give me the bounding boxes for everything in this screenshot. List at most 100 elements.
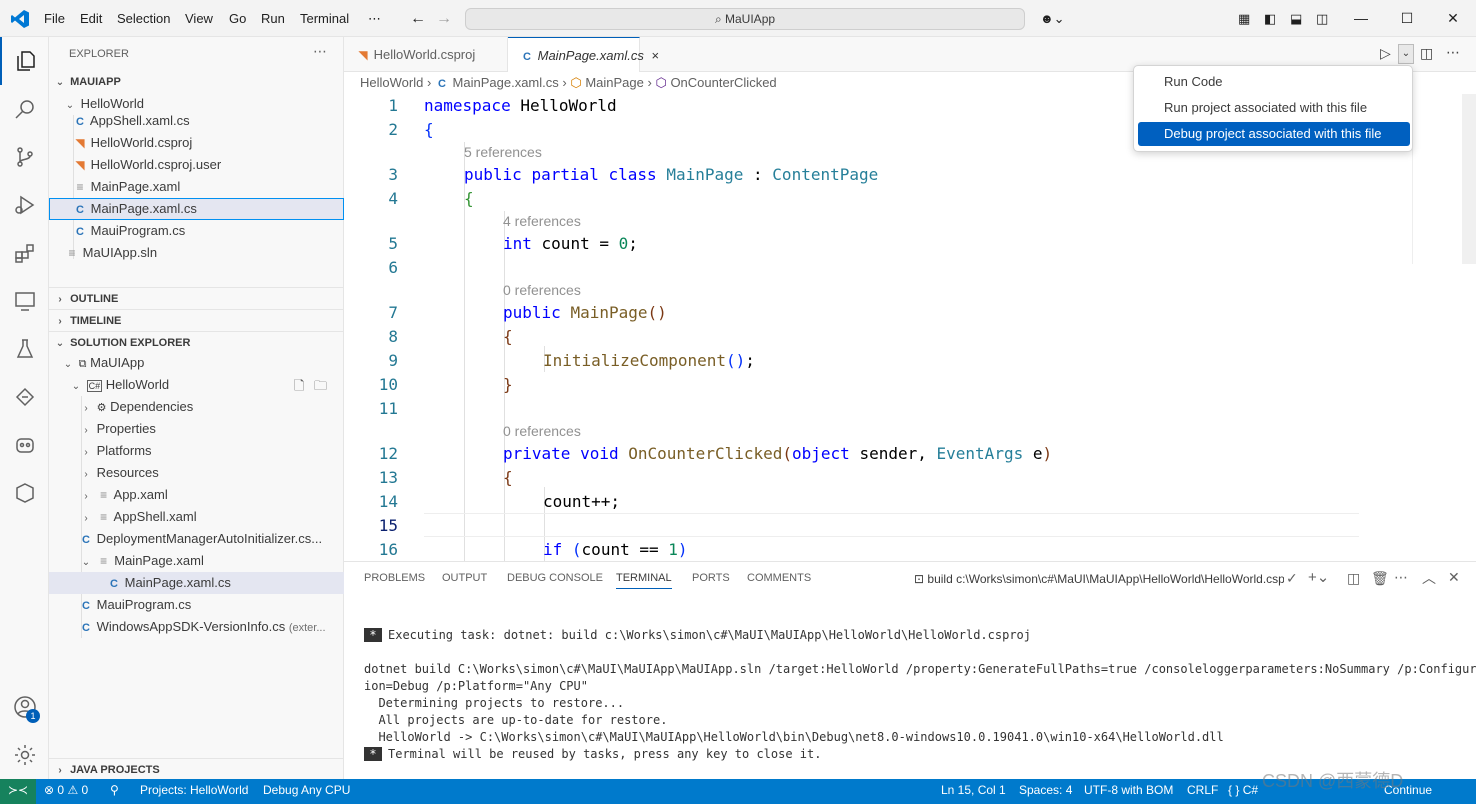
menu-selection[interactable]: Selection: [117, 0, 170, 37]
explorer-icon[interactable]: [0, 37, 49, 85]
mainpage-xaml-cs-node[interactable]: C MainPage.xaml.cs: [49, 572, 344, 594]
code-editor[interactable]: 1 2 3 4 5 6 7 8 9 10 11 12 13 14 15 16 n…: [344, 94, 1476, 561]
tab-output[interactable]: OUTPUT: [442, 572, 487, 584]
forward-arrow-icon[interactable]: →: [436, 0, 452, 37]
tab-problems[interactable]: PROBLEMS: [364, 572, 425, 584]
appshell-xaml-node[interactable]: › ≡ AppShell.xaml: [49, 506, 344, 528]
split-editor-icon[interactable]: ◫: [1420, 45, 1433, 62]
file-helloworld-csproj-user[interactable]: ◥ HelloWorld.csproj.user: [49, 154, 344, 176]
tab-helloworld-csproj[interactable]: ◥ HelloWorld.csproj: [344, 37, 508, 72]
codelens-references[interactable]: 0 references: [503, 423, 581, 439]
breadcrumb-method[interactable]: OnCounterClicked: [670, 75, 776, 90]
eol-status[interactable]: CRLF: [1187, 779, 1218, 804]
command-center[interactable]: ⌕ MaUIApp: [465, 8, 1025, 30]
panel-more-icon[interactable]: ⋯: [1394, 569, 1408, 586]
app-xaml-node[interactable]: › ≡ App.xaml: [49, 484, 344, 506]
back-arrow-icon[interactable]: ←: [410, 0, 426, 37]
settings-gear-icon[interactable]: [0, 731, 49, 779]
encoding-status[interactable]: UTF-8 with BOM: [1084, 779, 1173, 804]
codelens-references[interactable]: 4 references: [503, 213, 581, 229]
problems-status[interactable]: ⊗ 0 ⚠ 0: [44, 779, 88, 804]
menu-go[interactable]: Go: [229, 0, 246, 37]
customize-layout-icon[interactable]: ▦: [1238, 0, 1250, 37]
accounts-icon[interactable]: 1: [0, 683, 49, 731]
close-panel-icon[interactable]: ✕: [1448, 569, 1460, 586]
resources-node[interactable]: › Resources: [49, 462, 344, 484]
maximize-panel-icon[interactable]: ︿: [1422, 568, 1436, 588]
explorer-more-icon[interactable]: ⋯: [313, 43, 327, 60]
menu-run[interactable]: Run: [261, 0, 285, 37]
breadcrumb-folder[interactable]: HelloWorld: [360, 75, 423, 90]
breadcrumb-file[interactable]: MainPage.xaml.cs: [453, 75, 559, 90]
indentation-status[interactable]: Spaces: 4: [1019, 779, 1072, 804]
mainpage-xaml-node[interactable]: ⌄ ≡ MainPage.xaml: [49, 550, 344, 572]
tab-close-icon[interactable]: ×: [651, 48, 659, 63]
timeline-section[interactable]: › TIMELINE: [49, 309, 344, 331]
remote-indicator-icon[interactable]: ≻≺: [0, 779, 36, 804]
extensions-icon[interactable]: [0, 229, 49, 277]
cursor-position[interactable]: Ln 15, Col 1: [941, 779, 1006, 804]
menu-item-debug-project[interactable]: Debug project associated with this file: [1138, 122, 1410, 146]
editor-more-icon[interactable]: ⋯: [1446, 44, 1460, 61]
file-mainpage-xaml-cs[interactable]: C MainPage.xaml.cs: [49, 198, 344, 220]
menu-terminal[interactable]: Terminal: [300, 0, 349, 37]
file-helloworld-csproj[interactable]: ◥ HelloWorld.csproj: [49, 132, 344, 154]
github-actions-icon[interactable]: [0, 373, 49, 421]
mauiprogram-node[interactable]: C MauiProgram.cs: [49, 594, 344, 616]
projects-status[interactable]: Projects: HelloWorld: [140, 779, 248, 804]
testing-icon[interactable]: [0, 325, 49, 373]
codelens-references[interactable]: 0 references: [503, 282, 581, 298]
file-mauiprogram-cs[interactable]: C MauiProgram.cs: [49, 220, 344, 242]
run-dropdown-chevron-icon[interactable]: ⌄: [1398, 44, 1414, 64]
build-config-status[interactable]: Debug Any CPU: [263, 779, 350, 804]
file-mauiapp-sln[interactable]: ≡ MaUIApp.sln: [49, 242, 344, 264]
file-appshell-cs[interactable]: C AppShell.xaml.cs: [49, 110, 344, 132]
editor-scrollbar[interactable]: [1462, 94, 1476, 264]
outline-section[interactable]: › OUTLINE: [49, 287, 344, 309]
kill-terminal-icon[interactable]: 🗑: [1371, 570, 1389, 587]
close-window-icon[interactable]: ✕: [1430, 0, 1476, 37]
source-control-icon[interactable]: [0, 133, 49, 181]
run-debug-icon[interactable]: [0, 181, 49, 229]
tab-ports[interactable]: PORTS: [692, 572, 730, 584]
new-terminal-icon[interactable]: +⌄: [1308, 568, 1329, 586]
menu-item-run-project[interactable]: Run project associated with this file: [1138, 96, 1410, 120]
menu-edit[interactable]: Edit: [80, 0, 102, 37]
copilot-icon[interactable]: ☻⌄: [1040, 0, 1065, 37]
tab-debug-console[interactable]: DEBUG CONSOLE: [507, 572, 603, 584]
debug-launch-icon[interactable]: ⚲: [110, 779, 119, 804]
remote-explorer-icon[interactable]: [0, 277, 49, 325]
platforms-node[interactable]: › Platforms: [49, 440, 344, 462]
toggle-panel-icon[interactable]: ⬓: [1290, 0, 1302, 37]
menu-more-icon[interactable]: ⋯: [368, 0, 381, 37]
java-projects-section[interactable]: › JAVA PROJECTS: [49, 758, 344, 780]
properties-node[interactable]: › Properties: [49, 418, 344, 440]
menu-view[interactable]: View: [185, 0, 213, 37]
file-mainpage-xaml[interactable]: ≡ MainPage.xaml: [49, 176, 344, 198]
search-sidebar-icon[interactable]: [0, 85, 49, 133]
task-check-icon[interactable]: ✓: [1286, 570, 1298, 587]
terminal-task-item[interactable]: ⊡ build c:\Works\simon\c#\MaUI\MaUIApp\H…: [914, 572, 1284, 586]
copilot-chat-icon[interactable]: [0, 421, 49, 469]
tab-comments[interactable]: COMMENTS: [747, 572, 811, 584]
codelens-references[interactable]: 5 references: [464, 144, 542, 160]
menu-item-run-code[interactable]: Run Code: [1138, 70, 1410, 94]
workspace-root[interactable]: ⌄ MAUIAPP: [49, 71, 344, 93]
solution-node[interactable]: ⌄ ⧉ MaUIApp: [49, 352, 344, 374]
solution-explorer-section[interactable]: ⌄ SOLUTION EXPLORER: [49, 331, 344, 353]
deployment-manager-node[interactable]: C DeploymentManagerAutoInitializer.cs...: [49, 528, 344, 550]
language-mode[interactable]: { } C#: [1228, 779, 1258, 804]
tab-terminal[interactable]: TERMINAL: [616, 572, 672, 589]
minimize-icon[interactable]: —: [1338, 0, 1384, 37]
breadcrumb-class[interactable]: MainPage: [585, 75, 644, 90]
kubernetes-icon[interactable]: [0, 469, 49, 517]
maximize-icon[interactable]: ☐: [1384, 0, 1430, 37]
menu-file[interactable]: File: [44, 0, 65, 37]
dependencies-node[interactable]: › ⚙ Dependencies: [49, 396, 344, 418]
run-play-icon[interactable]: ▷: [1380, 45, 1391, 62]
tab-mainpage-xaml-cs[interactable]: C MainPage.xaml.cs ×: [508, 37, 659, 72]
toggle-secondary-sidebar-icon[interactable]: ◫: [1316, 0, 1328, 37]
split-terminal-icon[interactable]: ◫: [1347, 570, 1360, 587]
toggle-sidebar-icon[interactable]: ◧: [1264, 0, 1276, 37]
sdk-versioninfo-node[interactable]: C WindowsAppSDK-VersionInfo.cs (exter...: [49, 616, 344, 638]
